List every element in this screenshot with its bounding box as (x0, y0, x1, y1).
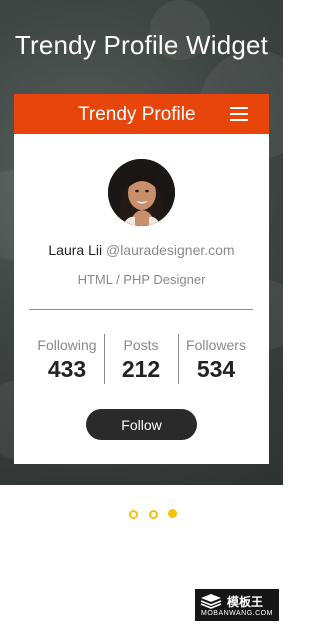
divider (29, 309, 253, 310)
page-title: Trendy Profile Widget (14, 30, 269, 60)
profile-name: Laura Lii (48, 242, 103, 258)
card-title: Trendy Profile (78, 104, 196, 125)
avatar (108, 159, 175, 226)
carousel-dot-1[interactable] (129, 510, 138, 519)
card-header: Trendy Profile (14, 94, 269, 134)
stat-value: 433 (47, 356, 87, 382)
carousel-dot-3-active[interactable] (168, 509, 177, 518)
stat-value: 212 (121, 356, 161, 382)
profile-card: Trendy Profile Laura Lii @lauradesigner.… (14, 94, 269, 464)
stat-label: Followers (186, 337, 246, 353)
profile-handle[interactable]: @lauradesigner.com (106, 242, 235, 258)
profile-role: HTML / PHP Designer (77, 272, 206, 287)
carousel-dot-2[interactable] (149, 510, 158, 519)
watermark-logo: 模板王 MOBANWANG.COM (195, 589, 279, 621)
stat-followers[interactable]: Followers 534 (179, 337, 253, 383)
stat-following[interactable]: Following 433 (30, 337, 104, 383)
stat-label: Following (37, 337, 97, 353)
hamburger-menu-icon[interactable] (230, 107, 248, 122)
watermark-url: MOBANWANG.COM (201, 610, 273, 617)
profile-name-line: Laura Lii @lauradesigner.com (14, 242, 269, 258)
stat-posts[interactable]: Posts 212 (104, 337, 178, 383)
watermark-brand: 模板王 (227, 595, 264, 609)
stat-value: 534 (196, 356, 236, 382)
stack-icon (200, 594, 222, 609)
stat-label: Posts (123, 337, 159, 353)
follow-button[interactable]: Follow (86, 409, 197, 440)
